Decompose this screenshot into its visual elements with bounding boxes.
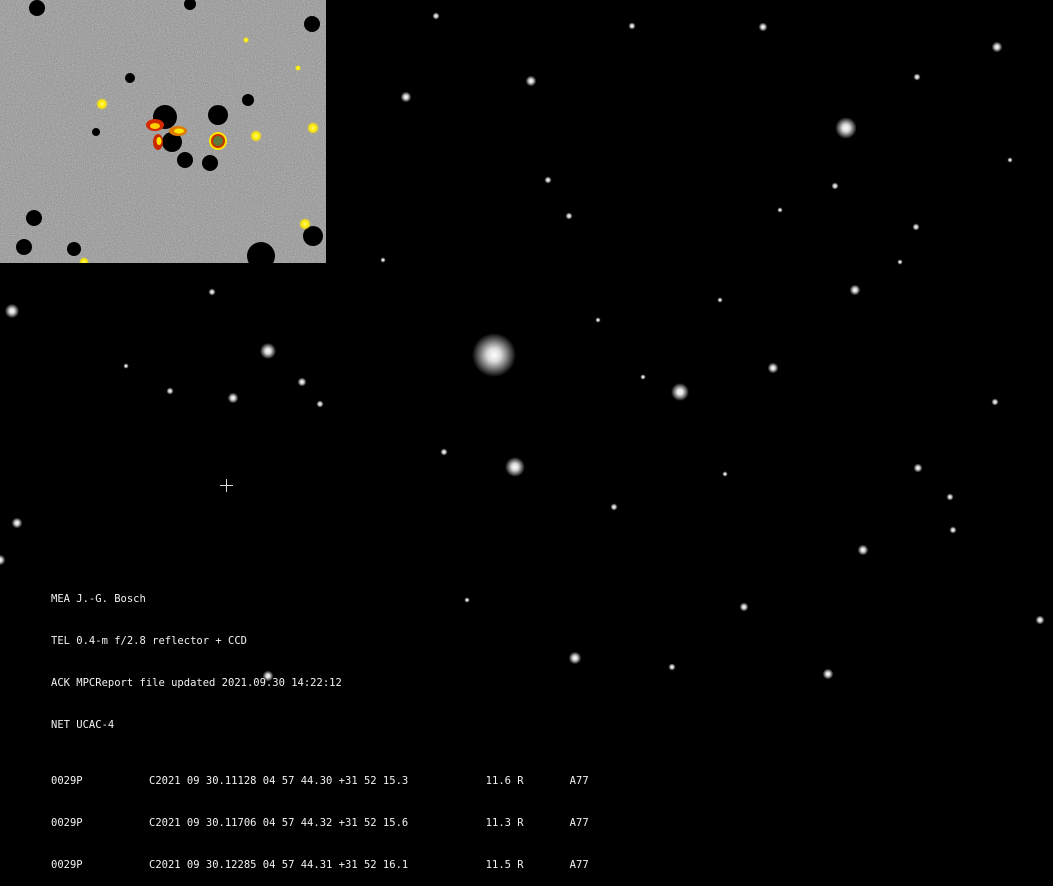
star <box>668 663 676 671</box>
star <box>123 363 129 369</box>
star <box>505 457 525 477</box>
crosshair-cursor[interactable] <box>220 479 233 492</box>
star <box>739 602 749 612</box>
star <box>912 223 920 231</box>
star <box>400 91 412 103</box>
star <box>822 668 834 680</box>
report-line-observer: MEA J.-G. Bosch <box>51 593 146 605</box>
star <box>595 317 601 323</box>
star <box>857 544 869 556</box>
inset-dark-halo <box>202 155 218 171</box>
star <box>1035 615 1045 625</box>
obs-mag: 11.6 R <box>485 775 524 787</box>
obs-ra: 04 57 44.32 <box>262 817 333 829</box>
processed-inset-image <box>0 0 326 263</box>
obs-code: A77 <box>569 817 589 829</box>
obs-object: 0029P <box>51 859 83 871</box>
observation-row: 0029P C2021 09 30.11128 04 57 44.30 +31 5… <box>51 774 589 788</box>
star <box>671 383 689 401</box>
inset-star <box>299 218 311 230</box>
inset-star <box>295 65 301 71</box>
inset-dark-halo <box>208 105 228 125</box>
mpc-report-overlay: MEA J.-G. Bosch TEL 0.4-m f/2.8 reflecto… <box>51 564 589 886</box>
obs-date: C2021 09 30.12285 <box>149 859 257 871</box>
star <box>4 303 20 319</box>
obs-object: 0029P <box>51 775 83 787</box>
inset-dark-halo <box>177 152 193 168</box>
star <box>208 288 216 296</box>
star <box>1007 157 1013 163</box>
observation-row: 0029P C2021 09 30.12285 04 57 44.31 +31 5… <box>51 858 589 872</box>
obs-dec: +31 52 15.3 <box>338 775 409 787</box>
star <box>767 362 779 374</box>
star <box>831 182 839 190</box>
inset-dark-halo <box>29 0 45 16</box>
inset-star <box>307 122 319 134</box>
star <box>717 297 723 303</box>
obs-dec: +31 52 16.1 <box>338 859 409 871</box>
obs-mag: 11.3 R <box>485 817 524 829</box>
star <box>946 493 954 501</box>
star <box>565 212 573 220</box>
obs-date: C2021 09 30.11706 <box>149 817 257 829</box>
inset-dark-halo <box>92 128 100 136</box>
obs-code: A77 <box>569 859 589 871</box>
obs-ra: 04 57 44.30 <box>262 775 333 787</box>
observation-row: 0029P C2021 09 30.11706 04 57 44.32 +31 5… <box>51 816 589 830</box>
inset-dark-halo <box>16 239 32 255</box>
star <box>297 377 307 387</box>
star <box>432 12 440 20</box>
star <box>991 41 1003 53</box>
star <box>227 392 239 404</box>
star <box>380 257 386 263</box>
star <box>835 117 857 139</box>
inset-dark-halo <box>304 16 320 32</box>
obs-mag: 11.5 R <box>485 859 524 871</box>
star <box>722 471 728 477</box>
star <box>897 259 903 265</box>
star <box>777 207 783 213</box>
inset-dark-halo <box>26 210 42 226</box>
star <box>259 342 277 360</box>
report-line-ack: ACK MPCReport file updated 2021.09.30 14… <box>51 677 342 689</box>
star <box>11 517 23 529</box>
star <box>316 400 324 408</box>
star <box>544 176 552 184</box>
star <box>610 503 618 511</box>
inset-dark-halo <box>67 242 81 256</box>
obs-object: 0029P <box>51 817 83 829</box>
star <box>758 22 768 32</box>
star <box>913 463 923 473</box>
comet-coma <box>472 333 516 377</box>
obs-dec: +31 52 15.6 <box>338 817 409 829</box>
report-line-catalog: NET UCAC-4 <box>51 719 115 731</box>
star <box>991 398 999 406</box>
obs-date: C2021 09 30.11128 <box>149 775 257 787</box>
obs-ra: 04 57 44.31 <box>262 859 333 871</box>
inset-dark-halo <box>125 73 135 83</box>
star <box>949 526 957 534</box>
star <box>525 75 537 87</box>
report-line-telescope: TEL 0.4-m f/2.8 reflector + CCD <box>51 635 247 647</box>
star <box>166 387 174 395</box>
inset-dark-halo <box>242 94 254 106</box>
star <box>849 284 861 296</box>
star <box>440 448 448 456</box>
inset-star <box>250 130 262 142</box>
inset-star <box>96 98 108 110</box>
star <box>913 73 921 81</box>
obs-code: A77 <box>569 775 589 787</box>
inset-star <box>243 37 249 43</box>
star <box>640 374 646 380</box>
star <box>628 22 636 30</box>
